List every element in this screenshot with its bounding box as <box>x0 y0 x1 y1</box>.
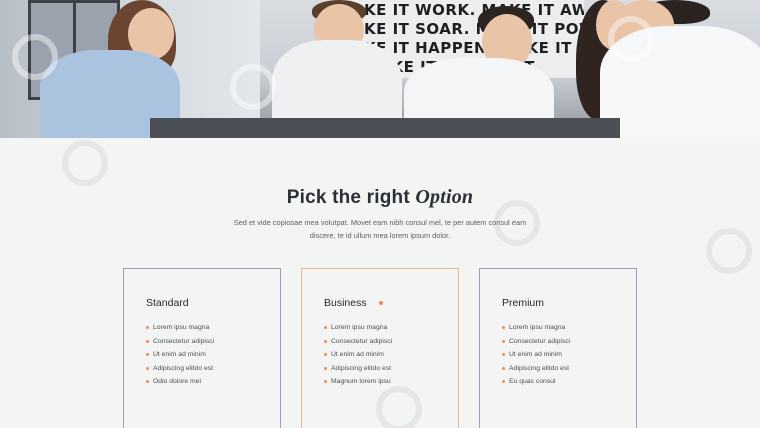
plan-card-standard[interactable]: Standard Lorem ipsu magna Consectetur ad… <box>123 268 281 428</box>
feature-item: Adipiscing elitdo est <box>502 362 636 376</box>
section-title-text: Pick the right <box>286 187 416 208</box>
section-title-emphasis: Option <box>415 186 474 208</box>
feature-text: Lorem ipsu magna <box>509 324 566 331</box>
feature-list: Lorem ipsu magna Consectetur adipisci Ut… <box>502 321 636 389</box>
watermark-logo <box>230 64 276 110</box>
hero-table <box>150 118 620 138</box>
bullet-dot-icon <box>502 326 505 330</box>
watermark-logo <box>12 34 58 80</box>
feature-text: Magnum lorem ipsu <box>331 378 391 385</box>
section-description: Sed et vide copiosae mea volutpat. Movet… <box>233 218 527 240</box>
bullet-dot-icon <box>146 380 149 384</box>
feature-item: Lorem ipsu magna <box>324 321 458 335</box>
bullet-dot-icon <box>502 366 505 370</box>
bullet-dot-icon <box>502 339 505 343</box>
plan-card-premium[interactable]: Premium Lorem ipsu magna Consectetur adi… <box>479 268 637 428</box>
bullet-dot-icon <box>324 366 327 370</box>
watermark-logo <box>62 140 108 186</box>
poster-line: KE IT SOAR. MAKE IT POWERFUL. <box>364 20 584 38</box>
feature-item: Ut enim ad minim <box>502 348 636 362</box>
feature-text: Adipiscing elitdo est <box>153 364 214 372</box>
feature-item: Consectetur adipisci <box>146 335 280 349</box>
bullet-dot-icon <box>146 339 149 343</box>
feature-item: Lorem ipsu magna <box>502 321 636 335</box>
feature-text: Odio dolore mei <box>153 378 201 385</box>
plan-card-business[interactable]: Business Lorem ipsu magna Consectetur ad… <box>301 268 459 428</box>
feature-item: Ut enim ad minim <box>324 348 458 362</box>
bullet-dot-icon <box>502 380 505 384</box>
feature-item: Magnum lorem ipsu <box>324 375 458 389</box>
feature-text: Consectetur adipisci <box>331 337 393 345</box>
feature-text: Consectetur adipisci <box>509 337 571 345</box>
bullet-dot-icon <box>324 353 327 357</box>
bullet-dot-icon <box>146 353 149 357</box>
plan-name: Business <box>324 297 367 309</box>
bullet-dot-icon <box>324 380 327 384</box>
poster-line: KE IT WORK. MAKE IT AWESOME. <box>364 1 584 19</box>
feature-list: Lorem ipsu magna Consectetur adipisci Ut… <box>324 321 458 389</box>
feature-item: Lorem ipsu magna <box>146 321 280 335</box>
bullet-dot-icon <box>324 339 327 343</box>
bullet-dot-icon <box>502 353 505 357</box>
plan-name: Premium <box>502 297 545 309</box>
feature-text: Lorem ipsu magna <box>153 324 210 331</box>
feature-text: Lorem ipsu magna <box>331 324 388 331</box>
feature-text: Ut enim ad minim <box>509 351 562 358</box>
feature-text: Adipiscing elitdo est <box>509 364 570 372</box>
feature-text: Consectetur adipisci <box>153 337 215 345</box>
watermark-logo <box>706 228 752 274</box>
feature-item: Consectetur adipisci <box>502 335 636 349</box>
feature-text: Ut enim ad minim <box>331 351 384 358</box>
feature-text: Adipiscing elitdo est <box>331 364 392 372</box>
bullet-dot-icon <box>146 366 149 370</box>
section-title: Pick the right Option <box>0 186 760 209</box>
feature-text: Eu quas consul <box>509 378 556 385</box>
feature-list: Lorem ipsu magna Consectetur adipisci Ut… <box>146 321 280 389</box>
poster-line: KE IT HAPPEN. MAKE IT SIMPLE. <box>364 39 584 57</box>
bullet-dot-icon <box>324 326 327 330</box>
plan-title-row: Business <box>324 296 458 310</box>
feature-item: Ut enim ad minim <box>146 348 280 362</box>
feature-item: Adipiscing elitdo est <box>324 362 458 376</box>
feature-text: Ut enim ad minim <box>153 351 206 358</box>
featured-dot-icon <box>378 301 383 305</box>
feature-item: Odio dolore mei <box>146 375 280 389</box>
plan-name: Standard <box>146 297 189 309</box>
feature-item: Adipiscing elitdo est <box>146 362 280 376</box>
feature-item: Eu quas consul <box>502 375 636 389</box>
bullet-dot-icon <box>146 326 149 330</box>
watermark-logo <box>608 16 654 62</box>
feature-item: Consectetur adipisci <box>324 335 458 349</box>
